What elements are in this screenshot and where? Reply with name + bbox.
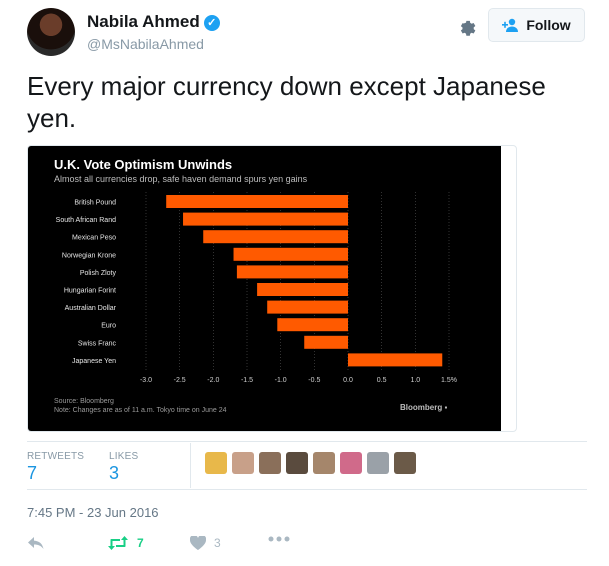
reply-button[interactable] <box>27 536 45 550</box>
more-icon <box>268 536 290 542</box>
chart-bar <box>236 265 348 279</box>
chart-category-label: Mexican Peso <box>72 235 116 242</box>
retweets-label[interactable]: RETWEETS <box>27 451 84 462</box>
liker-avatar[interactable] <box>367 452 389 474</box>
chart-x-tick-label: -0.5 <box>308 377 320 384</box>
chart-bar <box>348 353 443 367</box>
chart-category-label: British Pound <box>74 200 116 207</box>
chart-x-tick-label: 0.5 <box>377 377 387 384</box>
chart-category-label: Australian Dollar <box>65 305 117 312</box>
more-button[interactable] <box>268 536 290 542</box>
user-name[interactable]: Nabila Ahmed <box>87 12 200 31</box>
tweet-timestamp[interactable]: 7:45 PM - 23 Jun 2016 <box>27 505 159 520</box>
chart-bar <box>183 212 348 226</box>
divider <box>190 443 191 488</box>
reply-icon <box>28 537 44 549</box>
divider <box>27 489 587 490</box>
chart-x-tick-label: 1.0 <box>410 377 420 384</box>
chart-bar <box>233 247 348 261</box>
chart-x-tick-label: 1.5% <box>441 377 457 384</box>
retweets-count[interactable]: 7 <box>27 463 37 484</box>
liker-avatar[interactable] <box>313 452 335 474</box>
follow-button-label: Follow <box>526 17 571 33</box>
add-user-icon <box>502 18 519 32</box>
chart-x-tick-label: 0.0 <box>343 377 353 384</box>
chart-x-tick-label: -2.0 <box>207 377 219 384</box>
retweet-icon <box>108 536 128 550</box>
tweet-text: Every major currency down except Japanes… <box>27 71 546 133</box>
gear-icon[interactable] <box>455 15 477 37</box>
chart-bar <box>277 318 348 332</box>
heart-icon <box>190 536 206 550</box>
liker-avatar[interactable] <box>259 452 281 474</box>
liker-avatar[interactable] <box>286 452 308 474</box>
likers-list <box>205 452 416 474</box>
liker-avatar[interactable] <box>340 452 362 474</box>
liker-avatar[interactable] <box>394 452 416 474</box>
chart-note-text: Note: Changes are as of 11 a.m. Tokyo ti… <box>54 407 227 414</box>
chart-x-tick-label: -3.0 <box>140 377 152 384</box>
divider <box>27 441 587 442</box>
chart-x-tick-label: -1.0 <box>275 377 287 384</box>
chart-x-tick-label: -1.5 <box>241 377 253 384</box>
retweet-button[interactable]: 7 <box>107 536 144 550</box>
likes-label[interactable]: LIKES <box>109 451 138 462</box>
liker-avatar[interactable] <box>232 452 254 474</box>
chart-source-text: Source: Bloomberg <box>54 398 114 405</box>
liker-avatar[interactable] <box>205 452 227 474</box>
likes-count[interactable]: 3 <box>109 463 119 484</box>
chart-x-tick-label: -2.5 <box>174 377 186 384</box>
chart-source: Source: Bloomberg Note: Changes are as o… <box>54 397 227 415</box>
chart-bar <box>267 300 348 314</box>
chart-category-label: Euro <box>101 323 116 330</box>
chart-bar <box>203 230 348 244</box>
chart-logo: Bloomberg ▪ <box>400 403 448 412</box>
chart-category-label: Swiss Franc <box>78 340 117 347</box>
chart-category-label: Japanese Yen <box>72 358 116 365</box>
like-button[interactable]: 3 <box>190 536 221 550</box>
chart-image: U.K. Vote Optimism Unwinds Almost all cu… <box>28 146 501 431</box>
chart-category-label: Polish Zloty <box>80 270 117 277</box>
verified-badge-icon: ✓ <box>203 15 220 31</box>
follow-button[interactable]: Follow <box>488 8 585 42</box>
user-name-block[interactable]: Nabila Ahmed ✓ <box>87 12 220 32</box>
chart-category-label: Norwegian Krone <box>62 252 116 259</box>
user-avatar[interactable] <box>27 8 75 56</box>
chart-category-label: South African Rand <box>56 217 116 224</box>
chart-logo-text: Bloomberg <box>400 403 443 412</box>
user-handle[interactable]: @MsNabilaAhmed <box>87 36 204 52</box>
chart-bar <box>166 195 348 208</box>
like-count: 3 <box>214 536 221 550</box>
retweet-count: 7 <box>137 536 144 550</box>
tweet-media[interactable]: U.K. Vote Optimism Unwinds Almost all cu… <box>27 145 517 432</box>
chart-bar <box>304 335 348 349</box>
chart-plot: -3.0 -2.5 -2.0 -1.5 -1.0 -0.5 0.0 0.5 1.0 1.5% Bri… <box>56 192 457 384</box>
chart-category-label: Hungarian Forint <box>64 288 116 295</box>
chart-bar <box>257 283 348 296</box>
